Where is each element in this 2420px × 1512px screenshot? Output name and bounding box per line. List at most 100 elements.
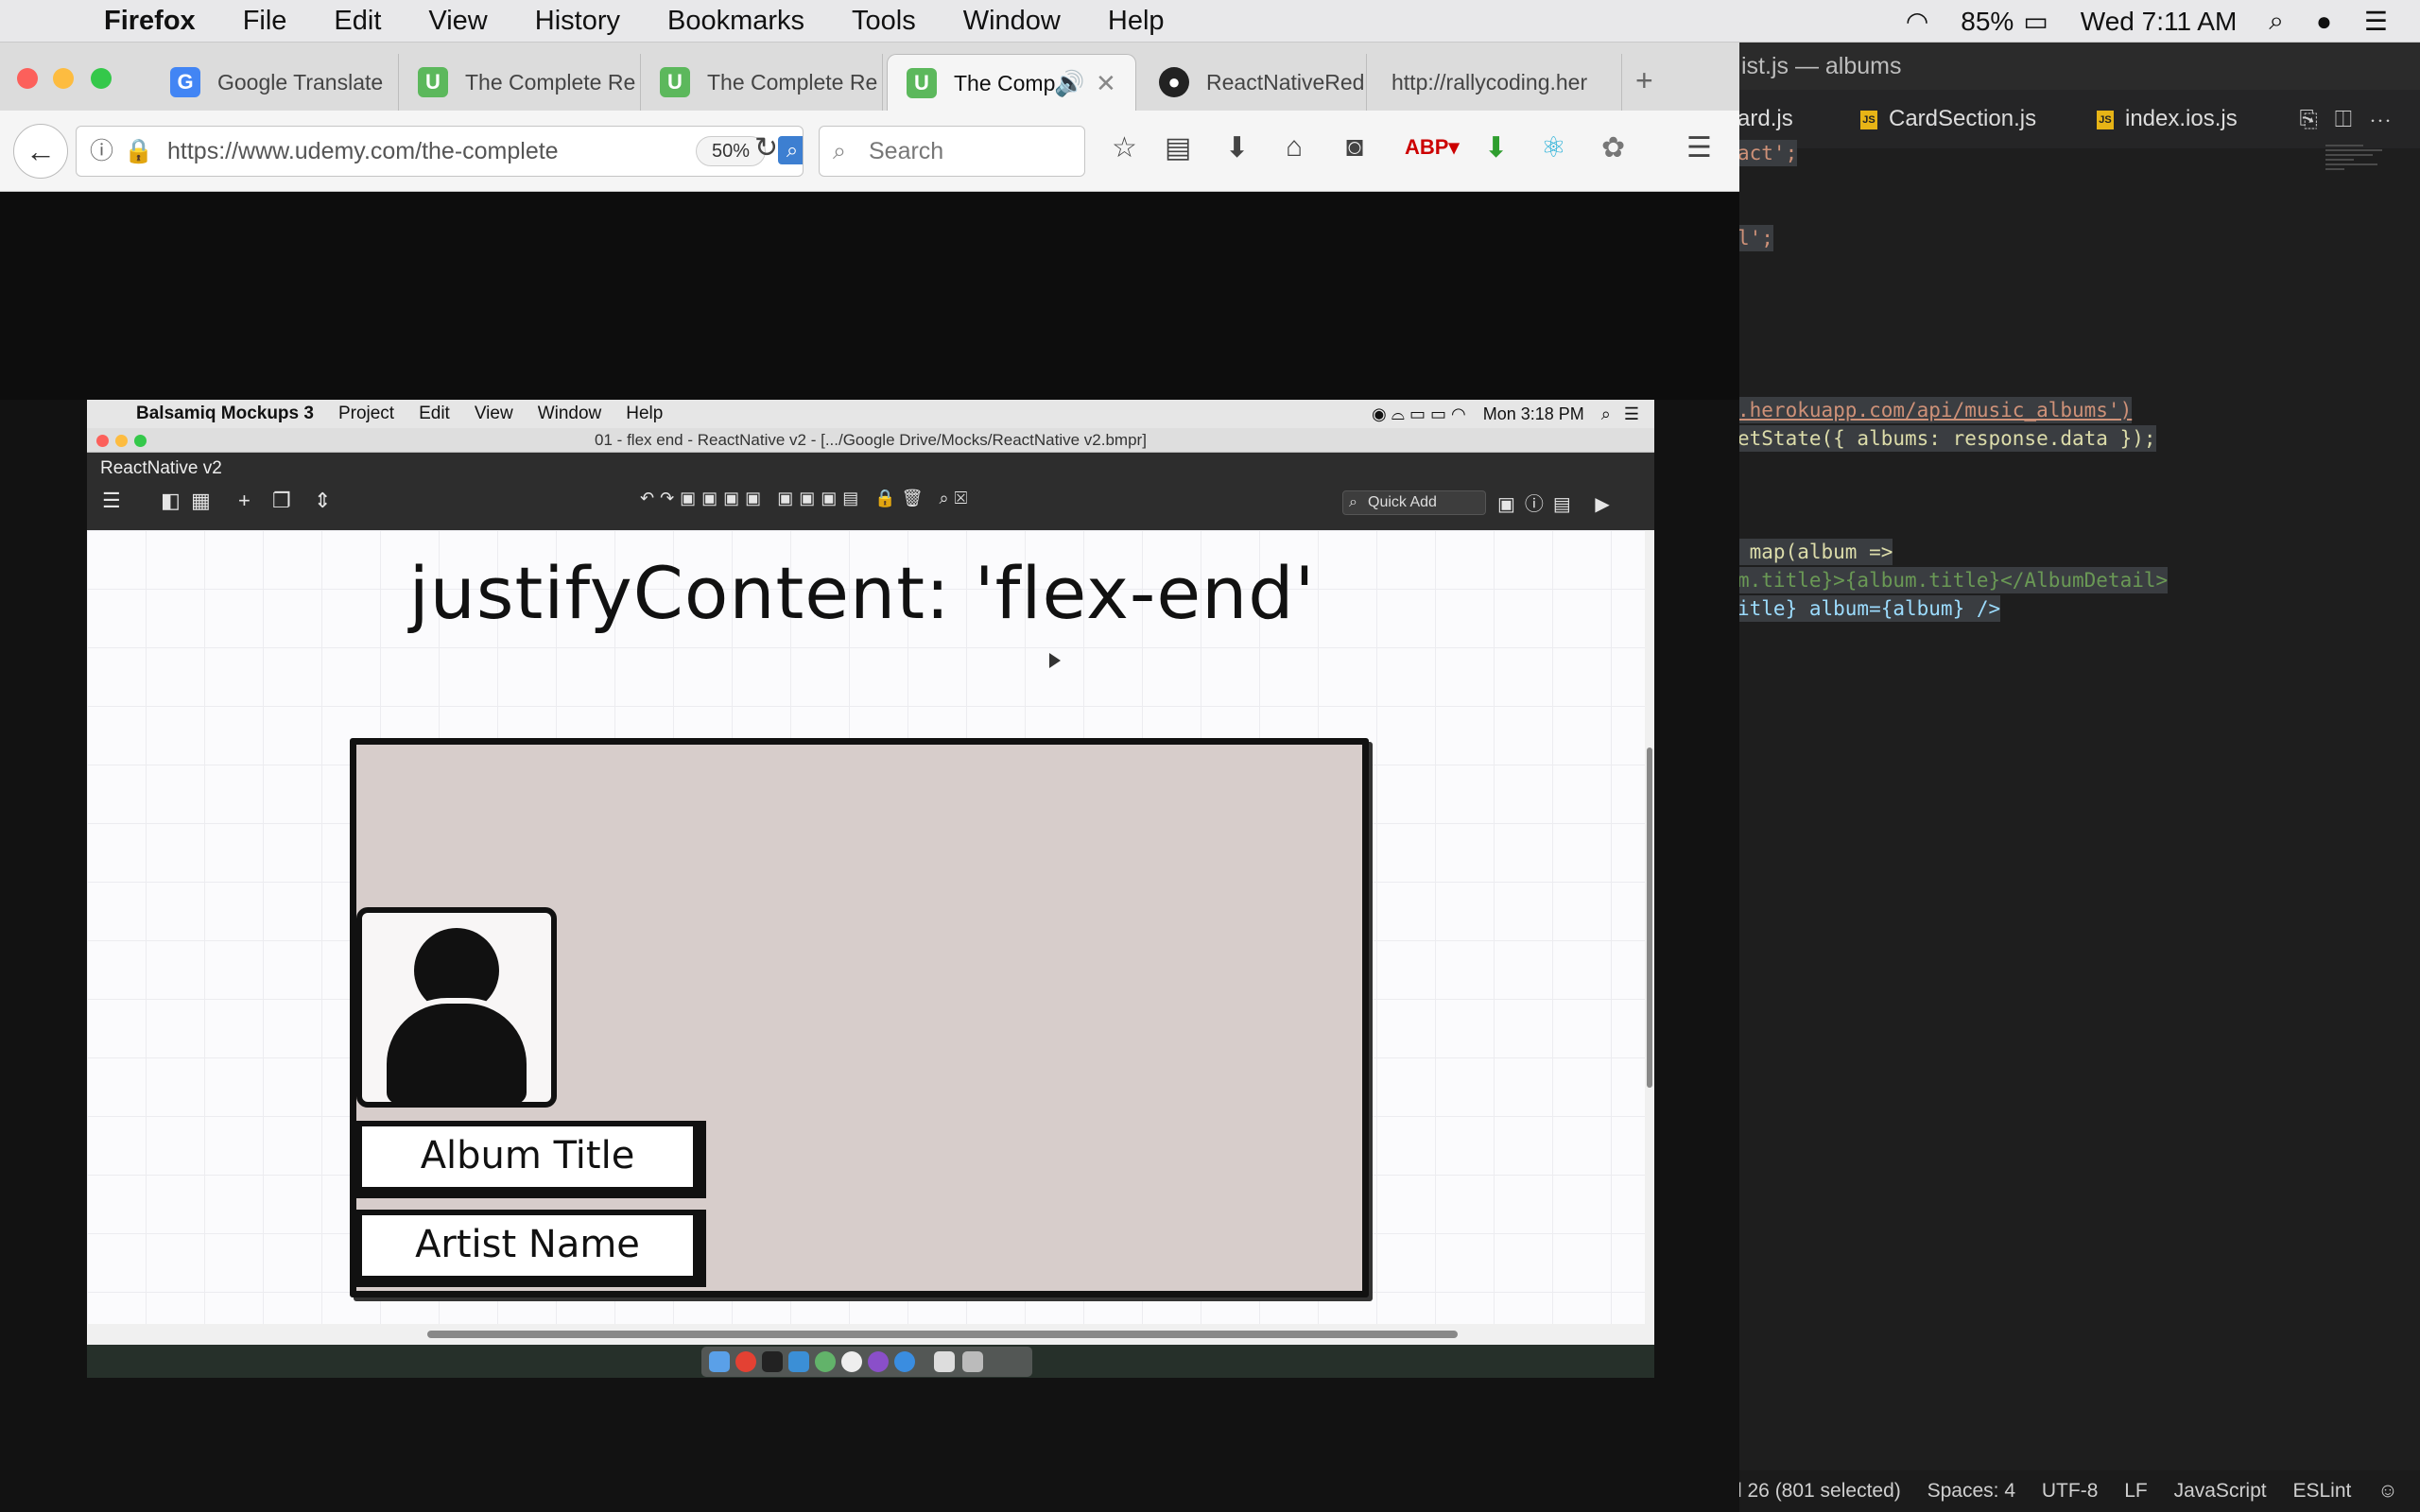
zoom-window-button[interactable]	[91, 68, 112, 89]
editor-status-bar: l 26 (801 selected) Spaces: 4 UTF-8 LF J…	[1737, 1470, 2420, 1512]
search-icon: ⌕	[833, 138, 847, 164]
editor-tab-label: CardSection.js	[1889, 106, 2037, 131]
js-file-icon: JS	[1860, 110, 1877, 129]
web-page: Balsamiq Mockups 3 Project Edit View Win…	[0, 192, 1739, 1512]
finder-icon	[709, 1351, 730, 1372]
zoom-dot	[134, 435, 147, 447]
menu-help[interactable]: Help	[1108, 6, 1165, 37]
tab-rallycoding[interactable]: http://rallycoding.her	[1367, 54, 1622, 111]
adblock-icon[interactable]: ABP▾	[1405, 135, 1460, 160]
code-line[interactable]: m.title}>{album.title}</AlbumDetail>	[1737, 567, 2169, 593]
status-language[interactable]: JavaScript	[2174, 1480, 2267, 1502]
back-arrow-icon[interactable]: ←	[13, 124, 68, 179]
editor-tab-bar: ard.js JS CardSection.js JS index.ios.js ⎘…	[1737, 90, 2420, 148]
search-input[interactable]: ⌕ Search	[819, 126, 1085, 177]
status-encoding[interactable]: UTF-8	[2042, 1480, 2099, 1502]
album-title-label: Album Title	[356, 1121, 706, 1198]
code-line[interactable]: etState({ albums: response.data });	[1737, 425, 2156, 452]
status-linter[interactable]: ESLint	[2292, 1480, 2351, 1502]
menu-bookmarks[interactable]: Bookmarks	[667, 6, 804, 37]
mockup-heading: justifyContent: 'flex-end'	[408, 551, 1316, 635]
smiley-icon	[841, 1351, 862, 1372]
close-window-button[interactable]	[17, 68, 38, 89]
extension-icon[interactable]: ✿	[1601, 131, 1625, 164]
quick-add-input: ⌕ Quick Add	[1342, 490, 1486, 515]
tab-github[interactable]: ● ReactNativeRedu	[1140, 54, 1367, 111]
menu-file[interactable]: File	[243, 6, 287, 37]
menu-history[interactable]: History	[535, 6, 620, 37]
editor-tab-index-ios[interactable]: JS index.ios.js	[2097, 90, 2238, 148]
new-tab-plus-icon[interactable]: +	[1635, 63, 1653, 98]
trash-icon	[962, 1351, 983, 1372]
code-editor-window: ist.js — albums ard.js JS CardSection.js …	[1737, 43, 2420, 1512]
react-devtools-icon[interactable]: ⚛	[1541, 131, 1566, 164]
quick-add-label: Quick Add	[1368, 494, 1437, 510]
menu-edit[interactable]: Edit	[334, 6, 381, 37]
code-line[interactable]: map(album =>	[1737, 539, 1893, 565]
smiley-icon[interactable]: ☺	[2377, 1480, 2397, 1502]
balsamiq-menu-view: View	[474, 404, 513, 423]
tab-udemy-1[interactable]: U The Complete Re	[399, 54, 641, 111]
menu-window[interactable]: Window	[963, 6, 1061, 37]
menu-app-firefox[interactable]: Firefox	[104, 6, 196, 37]
user-avatar-icon	[356, 907, 557, 1108]
editor-tab-label: index.ios.js	[2125, 106, 2238, 131]
status-cursor-position[interactable]: l 26 (801 selected)	[1737, 1480, 1901, 1502]
firefox-window: G Google Translate U The Complete Re U T…	[0, 43, 1739, 1512]
menu-tools[interactable]: Tools	[852, 6, 916, 37]
notification-center-icon[interactable]: ☰	[2364, 6, 2388, 37]
reading-list-icon[interactable]: ▤	[1165, 131, 1191, 164]
siri-icon[interactable]: ●	[2316, 7, 2332, 37]
balsamiq-menu-project: Project	[337, 404, 395, 423]
status-spaces[interactable]: Spaces: 4	[1927, 1480, 2015, 1502]
page-header-area	[0, 192, 1739, 400]
close-tab-icon[interactable]: ✕	[1096, 55, 1116, 111]
add-icon: +	[238, 489, 251, 512]
status-line-ending[interactable]: LF	[2124, 1480, 2148, 1502]
bookmark-star-icon[interactable]: ☆	[1112, 131, 1137, 164]
tab-google-translate[interactable]: G Google Translate	[151, 54, 399, 111]
url-text[interactable]: https://www.udemy.com/the-complete	[167, 138, 559, 164]
url-bar[interactable]: ⓘ 🔒 https://www.udemy.com/the-complete 5…	[76, 126, 804, 177]
reload-icon[interactable]: ↻	[754, 131, 778, 164]
editor-toolbar-icons[interactable]: ⎘◫⋯	[2300, 107, 2409, 133]
code-line[interactable]: act';	[1737, 140, 1798, 166]
chrome-icon	[735, 1351, 756, 1372]
tab-label: http://rallycoding.her	[1392, 70, 1588, 94]
page-search-icon[interactable]: ⌕	[778, 136, 803, 164]
download-helper-icon[interactable]: ⬇	[1484, 131, 1508, 164]
minimize-dot	[115, 435, 128, 447]
hamburger-menu-icon[interactable]: ☰	[1686, 131, 1712, 164]
menubar-clock[interactable]: Wed 7:11 AM	[2081, 7, 2238, 37]
video-player[interactable]: Balsamiq Mockups 3 Project Edit View Win…	[87, 400, 1654, 1378]
xcode-icon	[788, 1351, 809, 1372]
editor-tab-cardsection[interactable]: JS CardSection.js	[1860, 90, 2036, 148]
speaker-icon[interactable]: 🔊	[1054, 55, 1084, 111]
code-line[interactable]: itle} album={album} />	[1737, 595, 2001, 622]
minimize-window-button[interactable]	[53, 68, 74, 89]
edit-tools-icons: ↶↷▣▣▣▣ ▣▣▣▤ 🔒🗑 ⌕☒	[640, 489, 974, 507]
download-icon[interactable]: ⬇	[1225, 131, 1249, 164]
balsamiq-titlebar: 01 - flex end - ReactNative v2 - [.../Go…	[87, 428, 1654, 453]
balsamiq-mac-menubar: Balsamiq Mockups 3 Project Edit View Win…	[87, 400, 1654, 428]
close-dot	[96, 435, 109, 447]
js-file-icon: JS	[2097, 110, 2114, 129]
wifi-icon[interactable]: ◠	[1906, 6, 1928, 37]
tab-udemy-active[interactable]: U The Comp 🔊 ✕	[887, 54, 1136, 111]
menu-view[interactable]: View	[428, 6, 487, 37]
home-icon[interactable]: ⌂	[1286, 131, 1303, 163]
editor-minimap[interactable]	[2325, 142, 2401, 255]
list-icon: ☰	[1623, 404, 1639, 423]
navigation-toolbar: ← ⓘ 🔒 https://www.udemy.com/the-complete…	[0, 111, 1739, 192]
tab-udemy-2[interactable]: U The Complete Re	[641, 54, 883, 111]
code-line[interactable]: l';	[1737, 225, 1773, 251]
github-icon: ●	[1159, 67, 1189, 97]
code-line[interactable]: .herokuapp.com/api/music_albums')	[1737, 397, 2133, 423]
balsamiq-project-name: ReactNative v2	[100, 458, 222, 478]
spotlight-icon[interactable]: ⌕	[2269, 6, 2284, 37]
pocket-icon[interactable]: ◙	[1346, 131, 1363, 163]
battery-icon[interactable]: ▭	[2023, 6, 2048, 37]
udemy-icon: U	[418, 67, 448, 97]
info-icon[interactable]: ⓘ	[90, 127, 113, 176]
battery-percent[interactable]: 85%	[1961, 7, 2014, 37]
